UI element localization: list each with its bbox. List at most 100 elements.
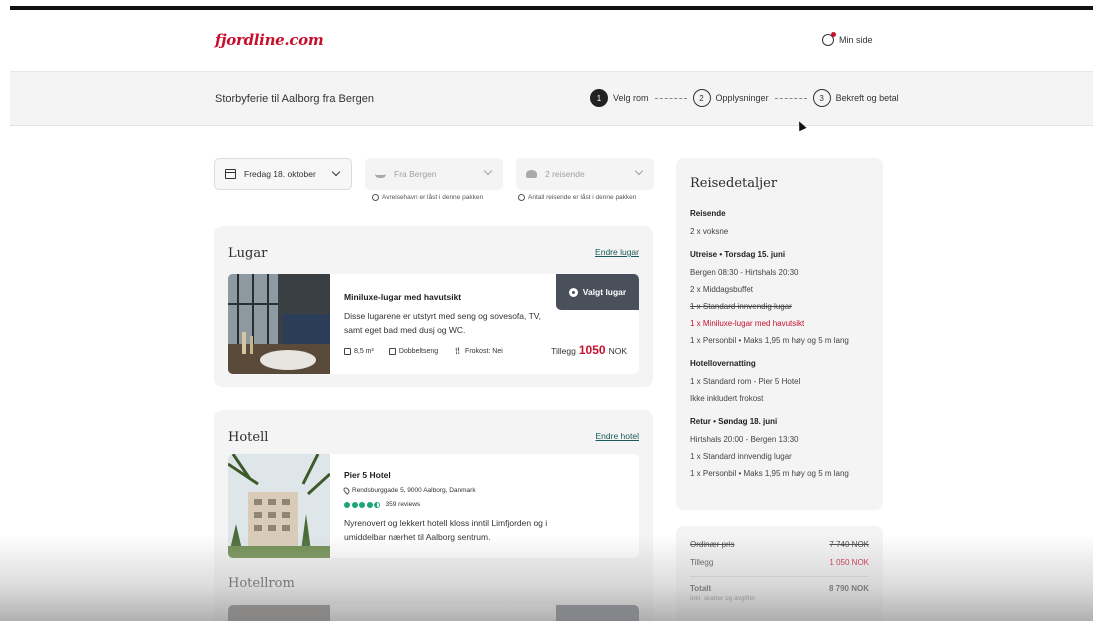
spec-breakfast: 🍴︎ Frokost: Nei (453, 347, 503, 356)
step-number: 2 (692, 89, 711, 107)
detail-line: Ikke inkludert frokost (690, 394, 764, 403)
progress-steps: 1 Velg rom 2 Opplysninger 3 Bekreft og b… (590, 89, 899, 107)
total-label: Totalt (690, 584, 712, 593)
travelers-note-text: Antall reisende er låst i denne pakken (528, 194, 637, 201)
step-connector (654, 97, 687, 99)
cabin-info: Miniluxe-lugar med havutsikt Disse lugar… (344, 274, 639, 374)
step-confirm-pay[interactable]: 3 Bekreft og betal (812, 89, 899, 107)
hotel-room-select-button[interactable] (556, 605, 639, 621)
hotel-description: Nyrenovert og lekkert hotell kloss innti… (344, 518, 548, 542)
rating-dot-half (374, 501, 380, 508)
info-icon (518, 194, 525, 201)
selected-cabin-button[interactable]: Valgt lugar (556, 274, 639, 310)
selected-label: Valgt lugar (582, 287, 627, 297)
info-icon (372, 194, 379, 201)
price-summary: Ordinær pris 7 740 NOK Tillegg 1 050 NOK… (676, 526, 883, 621)
detail-line: 2 x Middagsbuffet (690, 285, 754, 294)
total-price-row: Totalt 8 790 NOK (690, 576, 869, 593)
filters-row: Fredag 18. oktober Fra Bergen 2 reisende (214, 158, 654, 190)
hotel-address: Rendsburggade 5, 9000 Aalborg, Danmark (342, 486, 476, 495)
my-page-link[interactable]: Min side (822, 32, 873, 46)
cutlery-icon: 🍴︎ (453, 348, 463, 355)
user-icon (822, 32, 836, 46)
cabin-item: Miniluxe-lugar med havutsikt Disse lugar… (228, 274, 639, 374)
ordinary-value: 7 740 NOK (829, 540, 869, 549)
detail-line: 1 x Standard innvendig lugar (690, 452, 792, 461)
price-amount: 1050 (578, 343, 606, 357)
chevron-down-icon (331, 167, 341, 177)
hotel-room-item (228, 605, 639, 621)
new-cabin-line: 1 x Miniluxe-lugar med havutsikt (690, 319, 805, 328)
travelers-section: Reisende 2 x voksne (690, 209, 869, 236)
cabin-description: Disse lugarene er utstyrt med seng og so… (344, 311, 542, 335)
spec-bed: Dobbeltseng (388, 347, 438, 355)
total-value: 8 790 NOK (828, 584, 869, 593)
cabin-name: Miniluxe-lugar med havutsikt (344, 292, 462, 302)
change-hotel-link[interactable]: Endre hotel (596, 431, 639, 441)
hotel-room-card: Hotellrom (214, 562, 653, 621)
chevron-down-icon (634, 166, 644, 176)
hotel-name: Pier 5 Hotel (344, 470, 391, 480)
rating-dot (351, 501, 358, 508)
step-number: 3 (812, 89, 831, 107)
hotel-section: Hotellovernatting 1 x Standard rom - Pie… (690, 359, 869, 403)
cabin-card: Lugar Endre lugar Miniluxe-lugar med hav… (214, 226, 653, 387)
hotel-room-title: Hotellrom (228, 576, 295, 591)
date-select[interactable]: Fredag 18. oktober (214, 158, 352, 190)
detail-line: Hirtshals 20:00 - Bergen 13:30 (690, 435, 799, 444)
ordinary-price-row: Ordinær pris 7 740 NOK (690, 540, 869, 549)
cabin-title: Lugar (228, 246, 268, 261)
bed-icon (388, 347, 396, 355)
travelers-value: 2 reisende (545, 169, 585, 179)
calendar-icon (225, 169, 236, 179)
hotel-photo (228, 454, 330, 558)
hotel-room-photo (228, 605, 330, 621)
area-icon (344, 347, 351, 355)
step-select-room[interactable]: 1 Velg rom (590, 89, 649, 107)
cabin-price: Tillegg 1050 NOK (551, 343, 627, 357)
detail-line: 2 x voksne (690, 227, 729, 236)
hotel-title: Hotell (228, 430, 269, 445)
rating-dot (344, 501, 350, 508)
departure-select: Fra Bergen (365, 158, 503, 190)
tax-note: Inkl. skatter og avgifter (690, 595, 756, 602)
site-header: fjordline.com Min side (10, 10, 1093, 72)
date-value: Fredag 18. oktober (244, 169, 316, 179)
old-cabin-line: 1 x Standard innvendig lugar (690, 302, 792, 311)
return-section: Retur • Søndag 18. juni Hirtshals 20:00 … (690, 417, 869, 478)
step-label: Velg rom (613, 93, 649, 103)
ordinary-label: Ordinær pris (690, 540, 735, 549)
cabin-photo (228, 274, 330, 374)
section-title: Reisende (690, 209, 726, 218)
step-information[interactable]: 2 Opplysninger (692, 89, 769, 107)
departure-value: Fra Bergen (394, 169, 437, 179)
rating-dot (366, 501, 373, 508)
chevron-down-icon (483, 166, 493, 176)
departure-lock-note: Avreisehavn er låst i denne pakken (372, 194, 483, 201)
section-title: Retur • Søndag 18. juni (690, 417, 778, 426)
travelers-select: 2 reisende (516, 158, 654, 190)
trip-title: Storbyferie til Aalborg fra Bergen (215, 93, 374, 105)
rating-dot (359, 501, 365, 508)
map-pin-icon (342, 486, 351, 495)
detail-line: 1 x Personbil • Maks 1,95 m høy og 5 m l… (690, 469, 849, 478)
ship-icon (375, 171, 386, 178)
extra-price-row: Tillegg 1 050 NOK (690, 558, 869, 567)
hotel-rating: 359 reviews (344, 501, 420, 508)
extra-label: Tillegg (690, 558, 714, 567)
hotel-card: Hotell Endre hotel Pier 5 Hotel Rendsbur… (214, 410, 653, 570)
fjordline-logo[interactable]: fjordline.com (215, 31, 324, 49)
hotel-item: Pier 5 Hotel Rendsburggade 5, 9000 Aalbo… (228, 454, 639, 558)
step-label: Bekreft og betal (835, 93, 899, 103)
detail-line: 1 x Standard rom - Pier 5 Hotel (690, 377, 801, 386)
trip-details-panel: Reisedetaljer Reisende 2 x voksne Utreis… (676, 158, 883, 510)
hotel-info: Pier 5 Hotel Rendsburggade 5, 9000 Aalbo… (342, 454, 639, 558)
cabin-specs: 8,5 m² Dobbeltseng 🍴︎ Frokost: Nei (344, 347, 503, 355)
radio-selected-icon (568, 287, 578, 297)
people-icon (526, 170, 537, 178)
price-label: Tillegg (551, 346, 576, 356)
step-number: 1 (590, 89, 608, 107)
reviews-count[interactable]: 359 reviews (386, 501, 421, 508)
left-edge (0, 0, 10, 621)
change-cabin-link[interactable]: Endre lugar (595, 247, 639, 257)
